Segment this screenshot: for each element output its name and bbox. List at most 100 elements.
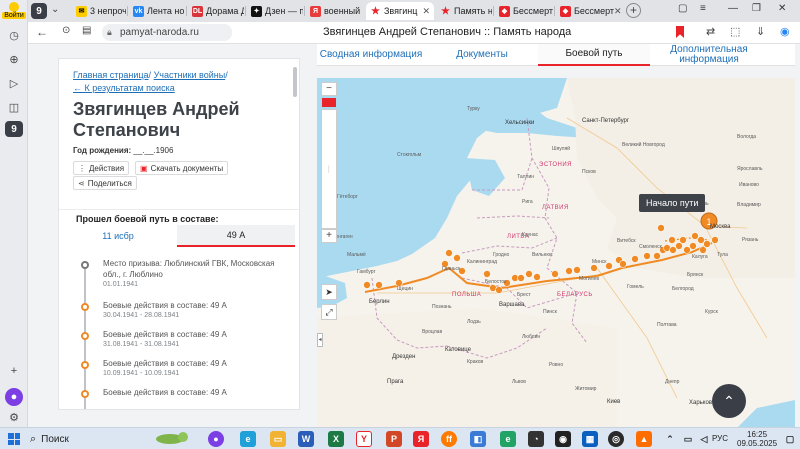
reader-icon[interactable]: ▤ xyxy=(82,25,91,36)
tab-strip: 9 ⌄ ✉ 3 непроч vk Лента но DL Дорама Д ✦… xyxy=(28,0,800,22)
zoom-out-button[interactable]: − xyxy=(321,82,337,96)
person-card: Главная страница/ Участники войны/ ← К р… xyxy=(58,58,300,410)
map-side-arrow[interactable]: ◂ xyxy=(317,333,323,347)
svg-text:Белосток: Белосток xyxy=(485,279,507,285)
bookmark-icon[interactable] xyxy=(676,26,684,38)
locate-icon[interactable]: ➤ xyxy=(321,284,337,300)
timeline-item[interactable]: Боевые действия в составе: 49 А 10.09.19… xyxy=(79,358,289,379)
volume-icon[interactable]: ◁ xyxy=(696,431,712,447)
actions-button[interactable]: ⋮ Действия xyxy=(73,161,130,175)
share-icon[interactable]: ⬚ xyxy=(730,25,740,38)
close-tab-icon[interactable]: ✕ xyxy=(614,6,622,17)
settings-icon[interactable]: ⚙ xyxy=(5,408,23,426)
share-button[interactable]: ⋖ Поделиться xyxy=(73,176,137,190)
video-icon[interactable]: ▷ xyxy=(5,74,23,92)
alice-taskbar-icon[interactable]: ● xyxy=(208,431,224,447)
network-icon[interactable]: ▭ xyxy=(680,431,696,447)
app-icon[interactable]: e xyxy=(500,431,516,447)
vpn-icon[interactable]: ◉ xyxy=(780,25,790,38)
history-icon[interactable]: ◷ xyxy=(5,26,23,44)
alice-icon[interactable]: ● xyxy=(5,388,23,406)
tab-5[interactable]: Я военный xyxy=(306,2,362,20)
tab-1[interactable]: ✉ 3 непроч xyxy=(72,2,126,20)
download-icon[interactable]: ⇓ xyxy=(756,25,765,38)
app2-icon[interactable]: ◔ xyxy=(528,431,544,447)
svg-text:Москва: Москва xyxy=(710,224,731,230)
map-canvas: 1 ЭСТОНИЯ ЛАТВИЯ ЛИТВА БЕЛАРУСЬ ПОЛЬША М… xyxy=(317,78,795,427)
svg-text:Гамбург: Гамбург xyxy=(357,269,376,275)
timeline-item[interactable]: Боевые действия в составе: 49 А 31.08.19… xyxy=(79,329,289,350)
restore-icon[interactable]: ❐ xyxy=(752,3,761,14)
tab-7[interactable]: ★ Память н xyxy=(436,2,492,20)
tray-chevron-icon[interactable]: ⌃ xyxy=(662,431,678,447)
fullscreen-icon[interactable]: ⤢ xyxy=(321,304,337,320)
tab-2[interactable]: vk Лента но xyxy=(129,2,185,20)
app3-icon[interactable]: ▲ xyxy=(636,431,652,447)
tab-8[interactable]: ◆ Бессмерт xyxy=(495,2,553,20)
yandex-browser-icon[interactable]: Y xyxy=(356,431,372,447)
tab-summary[interactable]: Сводная информация xyxy=(317,44,425,66)
tab-count-badge[interactable]: 9 xyxy=(31,3,47,19)
download-docs-button[interactable]: ▣ Скачать документы xyxy=(135,161,229,175)
back-to-results-link[interactable]: ← К результатам поиска xyxy=(73,83,175,93)
photos-icon[interactable]: ◧ xyxy=(470,431,486,447)
windows-start-icon[interactable] xyxy=(8,433,20,445)
svg-text:Мальмё: Мальмё xyxy=(347,252,366,258)
store-icon[interactable]: ▦ xyxy=(582,431,598,447)
add-panel-icon[interactable]: + xyxy=(5,362,23,380)
word-icon[interactable]: W xyxy=(298,431,314,447)
svg-text:Гётеборг: Гётеборг xyxy=(337,194,358,200)
svg-text:Прага: Прага xyxy=(387,379,404,385)
explorer-icon[interactable]: ▭ xyxy=(270,431,286,447)
tab-4[interactable]: ✦ Дзен — п xyxy=(247,2,303,20)
tab-additional-info[interactable]: Дополнительная информация xyxy=(653,44,765,66)
scroll-up-button[interactable]: ⌃ xyxy=(712,384,746,418)
menu-icon[interactable]: ≡ xyxy=(700,3,706,14)
tab-6-active[interactable]: ★ Звягинц ✕ xyxy=(366,2,434,20)
yandex-icon[interactable]: Я xyxy=(413,431,429,447)
language-indicator[interactable]: РУС xyxy=(712,434,728,443)
breadcrumb-home[interactable]: Главная страница xyxy=(73,70,149,80)
login-button[interactable]: Войти xyxy=(2,2,26,22)
zoom-slider[interactable]: │ xyxy=(321,109,337,229)
tabs-counter-icon[interactable]: 9 xyxy=(5,121,23,137)
tab-3[interactable]: DL Дорама Д xyxy=(188,2,244,20)
downloads-icon[interactable]: ⊕ xyxy=(5,50,23,68)
chrome-icon[interactable]: ◎ xyxy=(608,431,624,447)
edge-icon[interactable]: e xyxy=(240,431,256,447)
svg-text:Берлин: Берлин xyxy=(369,299,390,305)
tab-label: Бессмерт xyxy=(574,6,615,16)
page-content: Главная страница/ Участники войны/ ← К р… xyxy=(28,44,800,427)
minimize-icon[interactable]: — xyxy=(728,3,738,14)
close-window-icon[interactable]: ✕ xyxy=(778,3,786,14)
svg-text:Брест: Брест xyxy=(517,292,531,298)
protect-icon[interactable]: ⊙ xyxy=(62,25,70,36)
back-icon[interactable]: ← xyxy=(36,25,48,39)
powerpoint-icon[interactable]: P xyxy=(386,431,402,447)
notes-icon[interactable]: ◫ xyxy=(5,98,23,116)
collections-icon[interactable]: ▢ xyxy=(678,3,687,14)
timeline-item[interactable]: Боевые действия в составе: 49 А 30.04.19… xyxy=(79,300,289,321)
breadcrumb-participants[interactable]: Участники войны xyxy=(154,70,226,80)
timeline-item[interactable]: Боевые действия в составе: 49 А xyxy=(79,387,289,398)
address-field[interactable]: 🔒︎ pamyat-naroda.ru xyxy=(102,24,232,41)
tab-unit-11-isbr[interactable]: 11 исбр xyxy=(59,225,177,247)
card-scrollbar[interactable] xyxy=(293,67,297,97)
chevron-down-icon[interactable]: ⌄ xyxy=(51,4,59,15)
tab-combat-path[interactable]: Боевой путь xyxy=(538,44,650,66)
timeline-item[interactable]: Место призыва: Люблинский ГВК, Московска… xyxy=(79,258,289,290)
tab-documents[interactable]: Документы xyxy=(429,44,535,66)
new-tab-button[interactable]: + xyxy=(626,3,641,18)
firefox-icon[interactable]: ff xyxy=(441,431,457,447)
camera-icon[interactable]: ◉ xyxy=(555,431,571,447)
tab-unit-49-a[interactable]: 49 А xyxy=(177,225,295,247)
star-icon: ★ xyxy=(441,5,450,17)
clock[interactable]: 16:25 09.05.2025 xyxy=(737,430,777,448)
notifications-icon[interactable]: ▢ xyxy=(782,431,798,447)
combat-path-map[interactable]: 1 ЭСТОНИЯ ЛАТВИЯ ЛИТВА БЕЛАРУСЬ ПОЛЬША М… xyxy=(317,78,795,427)
translate-icon[interactable]: ⇄ xyxy=(706,25,715,38)
tab-9[interactable]: ◆ Бессмерт ✕ xyxy=(556,2,622,20)
zoom-in-button[interactable]: + xyxy=(321,229,337,243)
close-tab-icon[interactable]: ✕ xyxy=(422,6,430,17)
excel-icon[interactable]: X xyxy=(328,431,344,447)
